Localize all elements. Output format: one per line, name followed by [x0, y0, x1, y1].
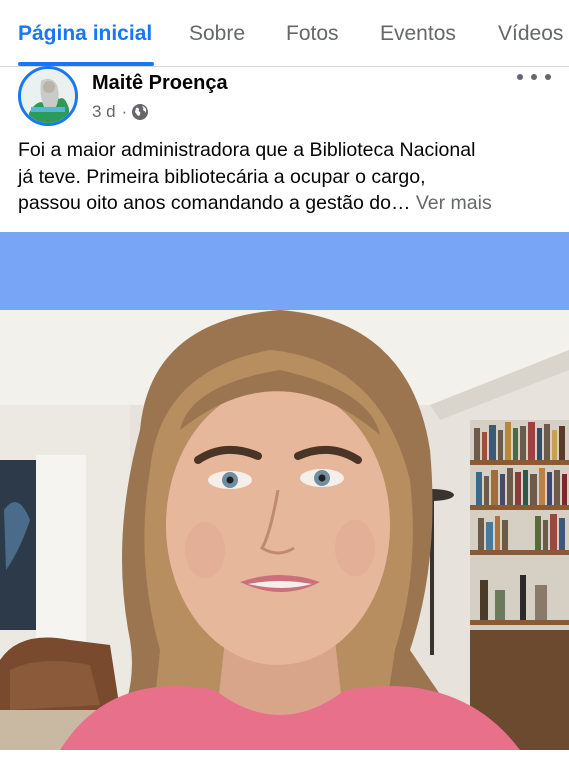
meta-separator: ·	[121, 102, 128, 121]
post-text-line: já teve. Primeira bibliotecária a ocupar…	[18, 165, 426, 188]
post-text: Foi a maior administradora que a Bibliot…	[18, 137, 558, 217]
tab-home[interactable]: Página inicial	[18, 20, 152, 48]
tab-videos[interactable]: Vídeos	[498, 20, 563, 48]
post-text-line: passou oito anos comandando a gestão do……	[18, 190, 558, 217]
globe-icon	[132, 104, 149, 120]
dot-icon	[517, 74, 523, 80]
dot-icon	[545, 74, 551, 80]
see-more-link[interactable]: Ver mais	[416, 192, 492, 214]
tab-about[interactable]: Sobre	[189, 20, 245, 48]
facebook-page: Página inicial Sobre Fotos Eventos Vídeo…	[0, 0, 569, 768]
video-top-band	[0, 232, 569, 310]
post-text-line: Foi a maior administradora que a Bibliot…	[18, 139, 476, 161]
avatar-image	[21, 69, 75, 123]
post-options-button[interactable]	[517, 66, 551, 88]
post-meta: 3 d ·	[92, 102, 149, 122]
page-tab-bar: Página inicial Sobre Fotos Eventos Vídeo…	[0, 0, 569, 67]
tab-events[interactable]: Eventos	[380, 20, 456, 48]
post-video[interactable]	[0, 310, 569, 750]
post-text-line-content: passou oito anos comandando a gestão do…	[18, 192, 411, 214]
page-bottom-spacer	[0, 750, 569, 768]
author-avatar[interactable]	[18, 66, 78, 126]
active-tab-indicator	[18, 62, 154, 66]
video-frame-image	[0, 310, 569, 750]
post-author-name[interactable]: Maitê Proença	[92, 72, 228, 95]
tab-photos[interactable]: Fotos	[286, 20, 339, 48]
post-timestamp[interactable]: 3 d	[92, 102, 116, 122]
dot-icon	[531, 74, 537, 80]
